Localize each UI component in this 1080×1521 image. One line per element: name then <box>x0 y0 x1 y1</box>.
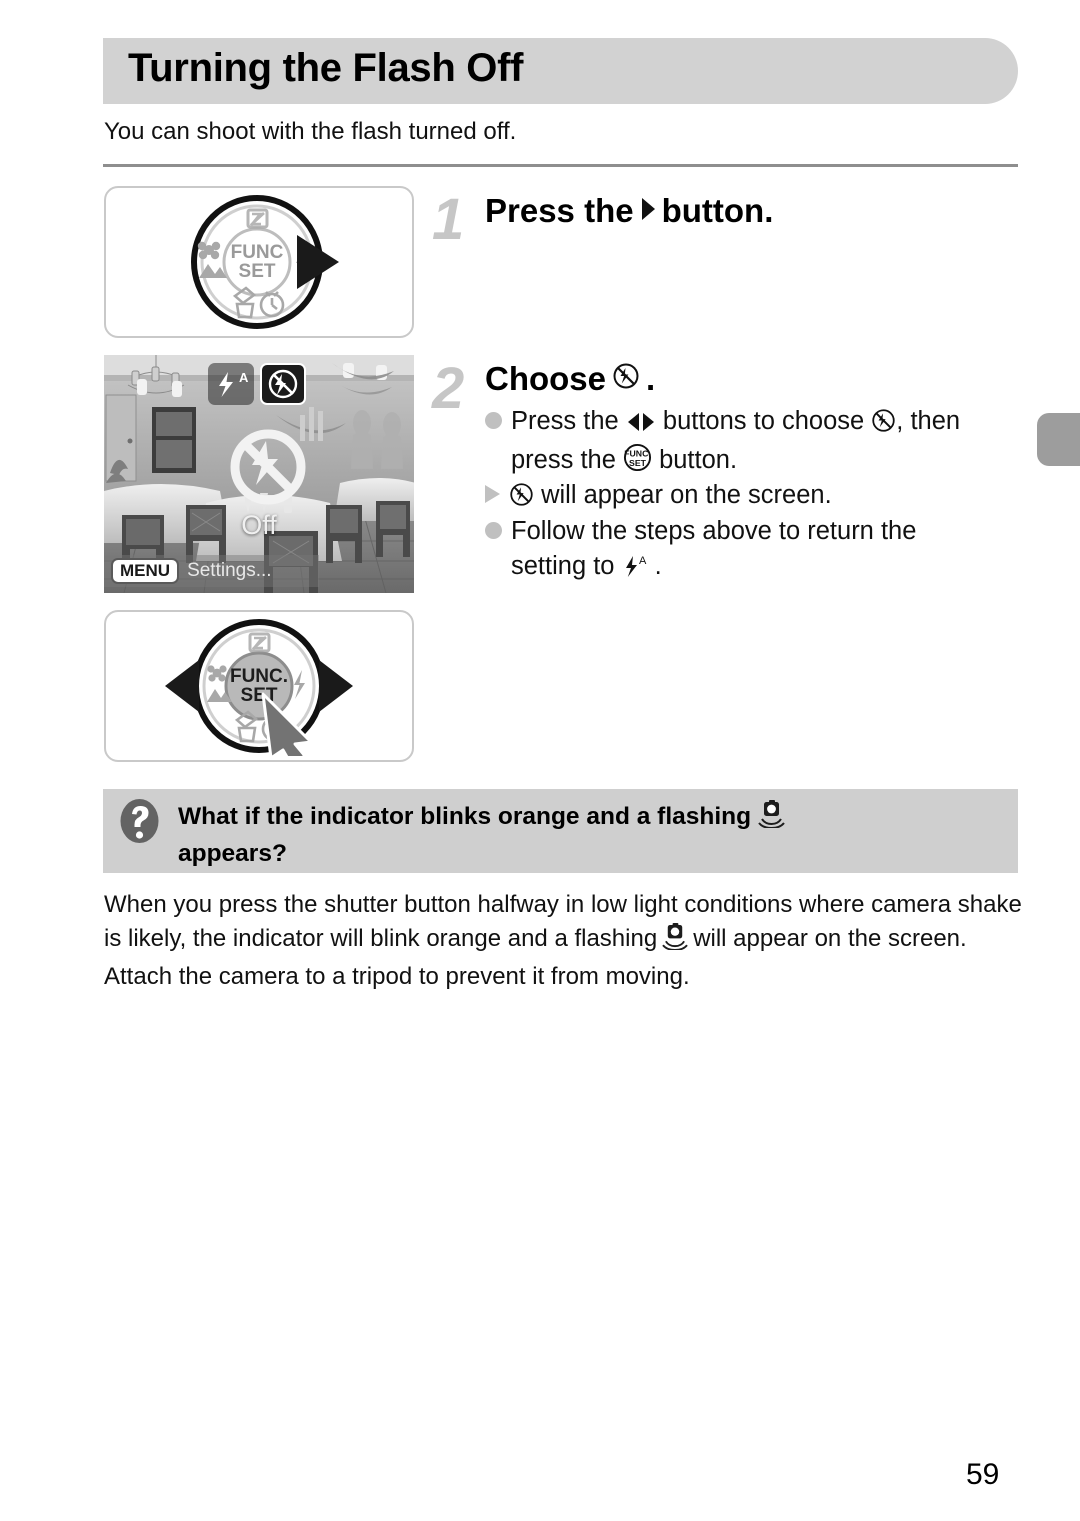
camera-shake-icon <box>758 800 785 838</box>
control-dial-illustration: FUNC SET <box>191 195 339 329</box>
step-2-bullet-1: Press the buttons to choose , then press… <box>485 404 1010 482</box>
step-2-bullet-3-text: Follow the steps above to return the set… <box>511 514 985 588</box>
flash-off-icon <box>268 369 298 399</box>
flash-auto-icon: A <box>622 552 648 588</box>
svg-text:SET: SET <box>239 261 276 282</box>
bullet-dot-icon <box>485 522 502 539</box>
lcd-menu-bar[interactable]: MENU Settings... <box>104 555 319 587</box>
svg-text:FUNC.: FUNC. <box>624 449 651 459</box>
right-arrow-highlight-icon <box>319 660 353 712</box>
flash-option-off-selected[interactable] <box>260 363 306 405</box>
step-2-number: 2 <box>432 356 465 421</box>
page-title: Turning the Flash Off <box>128 46 524 90</box>
qa-heading-before: What if the indicator blinks orange and … <box>178 803 752 830</box>
figure-control-dial-step2: FUNC. SET <box>104 610 414 762</box>
menu-hint-label: Settings... <box>187 560 272 581</box>
step-2-title: Choose . <box>485 360 655 398</box>
bullet-triangle-icon <box>485 485 500 503</box>
flash-auto-icon: A <box>219 370 249 397</box>
func-set-button-icon: FUNC. SET <box>623 443 652 482</box>
step-1-number: 1 <box>432 187 465 252</box>
page-number: 59 <box>966 1458 1000 1491</box>
flash-off-icon <box>509 482 534 517</box>
page-intro-text: You can shoot with the flash turned off. <box>104 118 517 145</box>
qa-heading: What if the indicator blinks orange and … <box>178 800 1008 870</box>
header-divider <box>103 164 1018 167</box>
flash-off-large-icon <box>230 429 306 505</box>
camera-lcd-screenshot: A Off MENU Settings... <box>104 355 414 593</box>
bullet-2-seg-1: will appear on the screen. <box>534 481 832 509</box>
page-edge-tab-marker <box>1037 413 1080 466</box>
figure-control-dial-step1: FUNC SET <box>104 186 414 338</box>
step-1-title: Press the button. <box>485 192 773 230</box>
step-2-bullet-3: Follow the steps above to return the set… <box>485 514 985 588</box>
left-right-arrows-icon <box>626 408 656 443</box>
svg-text:SET: SET <box>629 458 647 468</box>
qa-heading-after: appears? <box>178 839 287 867</box>
right-arrow-button-icon <box>640 192 656 230</box>
control-dial-pressed-illustration: FUNC. SET <box>165 619 353 756</box>
svg-text:FUNC: FUNC <box>231 242 284 263</box>
lcd-selected-mode-label: Off <box>241 510 277 540</box>
step-2-bullet-2: will appear on the screen. <box>485 478 1010 517</box>
step-2-bullet-1-text: Press the buttons to choose , then press… <box>511 404 1010 482</box>
bullet-1-seg-4: button. <box>651 446 738 475</box>
left-arrow-highlight-icon <box>165 660 199 712</box>
step-1-title-before: Press the <box>485 192 634 229</box>
flash-off-icon <box>612 360 640 398</box>
bullet-3-seg-2: . <box>647 552 662 581</box>
flash-option-auto[interactable]: A <box>208 363 254 405</box>
qa-body-text: When you press the shutter button halfwa… <box>104 888 1022 994</box>
question-mark-icon <box>120 799 159 843</box>
step-2-bullet-2-text: will appear on the screen. <box>509 478 832 517</box>
bullet-1-seg-2: buttons to choose <box>655 407 872 435</box>
bullet-3-seg-1: Follow the steps above to return the set… <box>511 517 917 581</box>
svg-text:A: A <box>639 555 647 567</box>
svg-text:A: A <box>239 370 249 385</box>
step-1-title-after: button. <box>661 192 774 229</box>
step-2-title-before: Choose <box>485 360 607 397</box>
svg-text:FUNC.: FUNC. <box>230 666 288 687</box>
bullet-dot-icon <box>485 412 502 429</box>
bullet-1-seg-1: Press the <box>511 407 626 435</box>
flash-off-icon <box>871 408 896 443</box>
step-2-title-after: . <box>646 360 656 397</box>
menu-badge: MENU <box>111 558 180 584</box>
camera-shake-icon <box>662 923 688 960</box>
